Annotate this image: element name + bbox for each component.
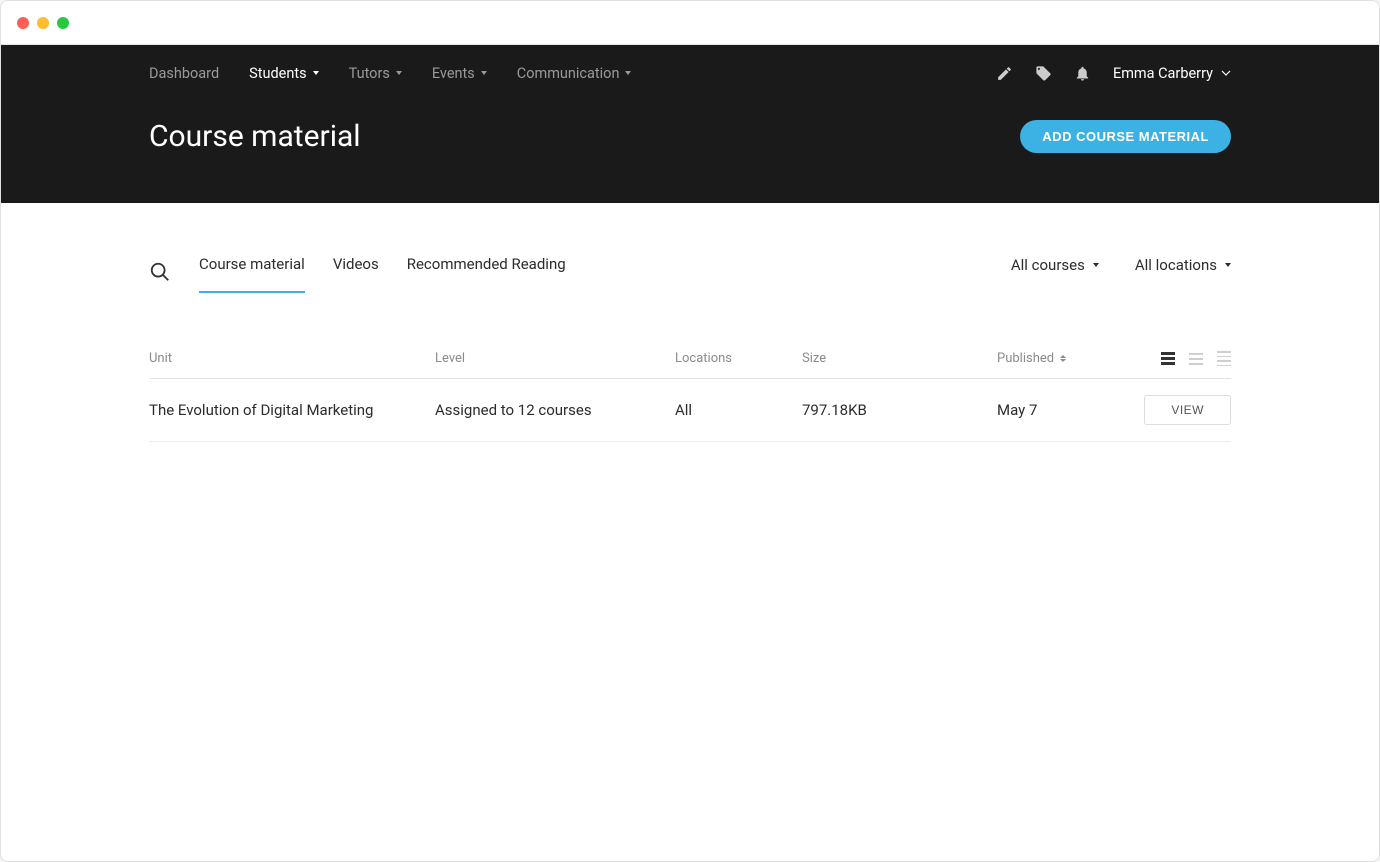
filter-courses[interactable]: All courses (1011, 256, 1099, 274)
chevron-down-icon (1225, 263, 1231, 267)
tab-videos[interactable]: Videos (333, 255, 379, 293)
bell-icon[interactable] (1074, 65, 1091, 82)
header: Dashboard Students Tutors Events Communi… (1, 45, 1379, 203)
user-name: Emma Carberry (1113, 65, 1213, 82)
nav-bar: Dashboard Students Tutors Events Communi… (1, 45, 1379, 101)
view-button[interactable]: VIEW (1144, 395, 1231, 425)
tag-icon[interactable] (1035, 65, 1052, 82)
th-unit[interactable]: Unit (149, 351, 435, 366)
nav-label: Dashboard (149, 65, 219, 82)
traffic-lights (17, 17, 69, 29)
cell-actions: VIEW (1127, 395, 1231, 425)
chevron-down-icon (625, 71, 631, 75)
cell-published: May 7 (997, 401, 1127, 419)
nav-label: Tutors (349, 65, 390, 82)
tabs-row: Course material Videos Recommended Readi… (149, 255, 1231, 293)
window-close-button[interactable] (17, 17, 29, 29)
filter-label: All courses (1011, 256, 1085, 274)
search-icon[interactable] (149, 261, 171, 287)
nav-label: Students (249, 65, 306, 82)
th-level[interactable]: Level (435, 351, 675, 366)
th-published[interactable]: Published (997, 351, 1127, 366)
tabs-left: Course material Videos Recommended Readi… (149, 255, 566, 293)
table-header: Unit Level Locations Size Published (149, 351, 1231, 379)
filter-label: All locations (1135, 256, 1217, 274)
tab-recommended-reading[interactable]: Recommended Reading (407, 255, 566, 293)
content: Course material Videos Recommended Readi… (1, 203, 1379, 442)
density-large-icon[interactable] (1161, 352, 1175, 365)
nav-events[interactable]: Events (432, 65, 487, 82)
page-title: Course material (149, 119, 361, 154)
nav-students[interactable]: Students (249, 65, 318, 82)
nav-left: Dashboard Students Tutors Events Communi… (149, 65, 631, 82)
chevron-down-icon (1093, 263, 1099, 267)
title-bar (1, 1, 1379, 45)
chevron-down-icon (481, 71, 487, 75)
density-small-icon[interactable] (1217, 351, 1231, 366)
table: Unit Level Locations Size Published (149, 351, 1231, 442)
nav-right: Emma Carberry (996, 65, 1231, 82)
th-locations[interactable]: Locations (675, 351, 802, 366)
filter-locations[interactable]: All locations (1135, 256, 1231, 274)
add-course-material-button[interactable]: ADD COURSE MATERIAL (1020, 120, 1231, 153)
tab-course-material[interactable]: Course material (199, 255, 305, 293)
chevron-down-icon (313, 71, 319, 75)
cell-size: 797.18KB (802, 401, 997, 419)
cell-unit: The Evolution of Digital Marketing (149, 401, 435, 419)
header-title-row: Course material ADD COURSE MATERIAL (1, 101, 1379, 154)
th-view-options (1127, 351, 1231, 366)
window-minimize-button[interactable] (37, 17, 49, 29)
th-published-label: Published (997, 351, 1054, 366)
edit-icon[interactable] (996, 65, 1013, 82)
cell-locations: All (675, 401, 802, 419)
density-medium-icon[interactable] (1189, 353, 1203, 365)
nav-dashboard[interactable]: Dashboard (149, 65, 219, 82)
cell-level: Assigned to 12 courses (435, 401, 675, 419)
chevron-down-icon (1221, 70, 1231, 76)
table-row: The Evolution of Digital Marketing Assig… (149, 379, 1231, 442)
nav-label: Events (432, 65, 475, 82)
window-maximize-button[interactable] (57, 17, 69, 29)
user-menu[interactable]: Emma Carberry (1113, 65, 1231, 82)
browser-window: Dashboard Students Tutors Events Communi… (0, 0, 1380, 862)
sort-icon (1060, 355, 1066, 362)
filters: All courses All locations (1011, 256, 1231, 292)
nav-communication[interactable]: Communication (517, 65, 632, 82)
nav-tutors[interactable]: Tutors (349, 65, 402, 82)
chevron-down-icon (396, 71, 402, 75)
nav-label: Communication (517, 65, 620, 82)
th-size[interactable]: Size (802, 351, 997, 366)
